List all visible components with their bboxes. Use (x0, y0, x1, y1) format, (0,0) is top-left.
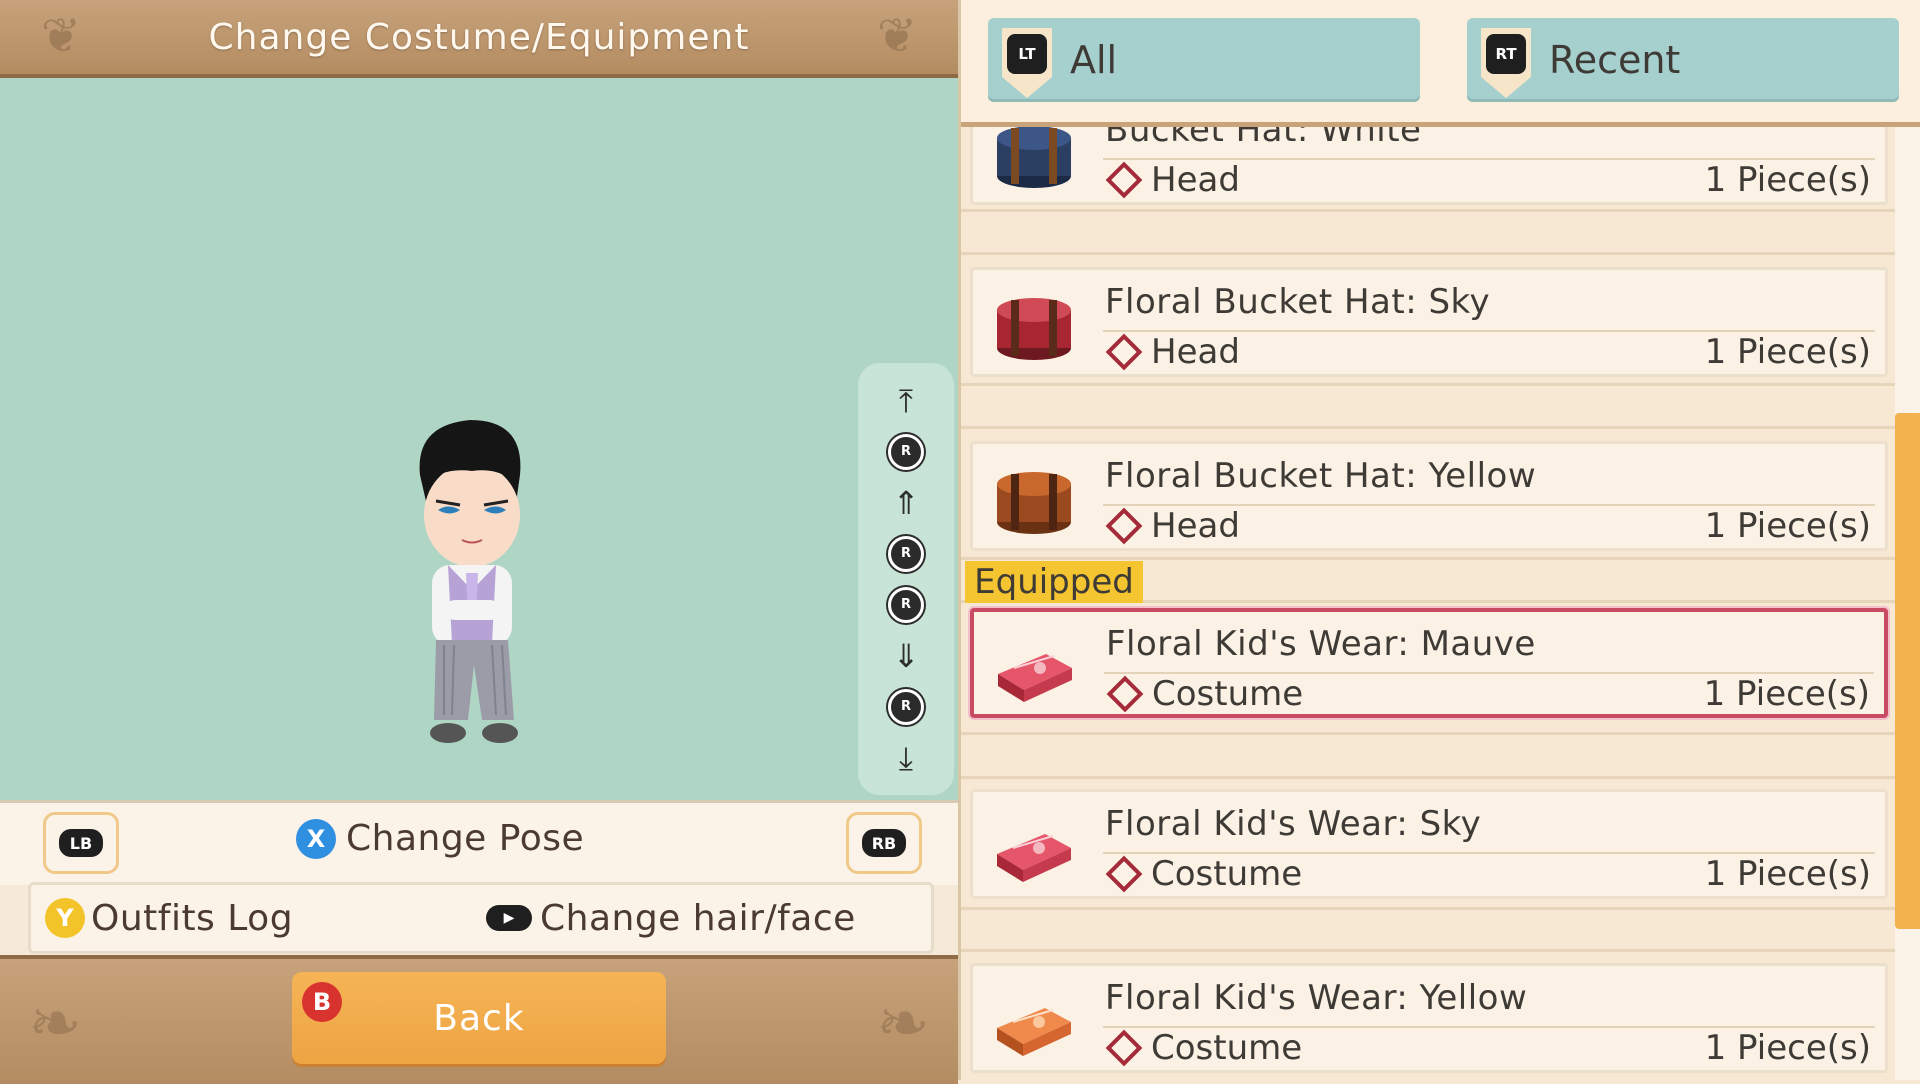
slot-diamond-icon (1105, 855, 1143, 893)
right-stick-up-icon[interactable]: R (888, 432, 924, 472)
hatbox-red-icon (997, 298, 1071, 360)
back-label: Back (433, 997, 525, 1039)
ornament-icon: ❦ (40, 8, 82, 64)
change-hair-face-button[interactable]: ▶ Change hair/face (486, 898, 856, 939)
rt-button-icon: RT (1481, 28, 1531, 98)
page-title: Change Costume/Equipment (208, 16, 750, 58)
change-pose-button[interactable]: X Change Pose (296, 818, 584, 859)
lb-button[interactable]: LB (43, 812, 119, 874)
list-item[interactable]: Floral Kid's Wear: Sky Costume 1 Piece(s… (970, 789, 1888, 899)
scroll-bottom-icon[interactable]: ⤓ (899, 738, 913, 778)
hatbox-navy-icon (997, 127, 1071, 188)
ornament-icon: ❧ (876, 987, 930, 1061)
lt-button-icon: LT (1002, 28, 1052, 98)
back-button[interactable]: B Back (292, 972, 666, 1064)
slot-diamond-icon (1105, 1029, 1143, 1067)
filter-tabs: LT All RT Recent (961, 0, 1920, 127)
list-item[interactable]: Floral Kid's Wear: Yellow Costume 1 Piec… (970, 963, 1888, 1073)
tab-recent[interactable]: RT Recent (1467, 18, 1899, 102)
preview-panel: ❦ Change Costume/Equipment ❦ ⤒ R ⇑ R R ⇓… (0, 0, 958, 1084)
suitcase-orange-icon (997, 1008, 1071, 1056)
character-avatar[interactable] (400, 415, 550, 775)
tab-label: Recent (1549, 38, 1681, 82)
scroll-top-icon[interactable]: ⤒ (899, 381, 913, 421)
change-pose-label: Change Pose (346, 818, 585, 859)
slot-diamond-icon (1105, 333, 1143, 371)
list-item-equipped[interactable]: Floral Kid's Wear: Mauve Costume 1 Piece… (970, 608, 1888, 718)
ornament-icon: ❦ (876, 8, 918, 64)
x-button-icon: X (296, 818, 336, 859)
slot-diamond-icon (1106, 675, 1144, 713)
rb-button[interactable]: RB (846, 812, 922, 874)
list-item[interactable]: Floral Bucket Hat: Yellow Head 1 Piece(s… (970, 441, 1888, 551)
slot-diamond-icon (1105, 161, 1143, 199)
y-button-icon: Y (45, 898, 85, 938)
change-hair-face-label: Change hair/face (540, 897, 856, 939)
tab-all[interactable]: LT All (988, 18, 1420, 102)
title-bar: ❦ Change Costume/Equipment ❦ (0, 0, 958, 78)
right-stick-right-icon[interactable]: R (888, 585, 924, 625)
right-stick-down-icon[interactable]: R (888, 687, 924, 727)
equipped-badge: Equipped (965, 561, 1143, 603)
ornament-icon: ❧ (28, 987, 82, 1061)
hatbox-brown-icon (997, 472, 1071, 534)
list-item[interactable]: Floral Bucket Hat: Sky Head 1 Piece(s) (970, 267, 1888, 377)
inventory-panel: LT All RT Recent Equipped Bucket Hat: Wh… (958, 0, 1920, 1080)
zoom-in-icon[interactable]: ⇑ (893, 483, 920, 523)
b-button-icon: B (302, 982, 342, 1022)
suitcase-red-icon (998, 654, 1072, 702)
outfit-actions-row: Y Outfits Log ▶ Change hair/face (28, 882, 934, 954)
tab-label: All (1070, 38, 1118, 82)
slot-diamond-icon (1105, 507, 1143, 545)
scrollbar-thumb[interactable] (1895, 413, 1920, 929)
left-stick-press-icon: ▶ (486, 905, 532, 931)
list-item[interactable]: Bucket Hat: White Head 1 Piece(s) (970, 127, 1888, 205)
outfits-log-button[interactable]: Y Outfits Log (45, 898, 293, 939)
suitcase-red-icon (997, 834, 1071, 882)
right-stick-left-icon[interactable]: R (888, 534, 924, 574)
zoom-out-icon[interactable]: ⇓ (893, 636, 920, 676)
item-list[interactable]: Equipped Bucket Hat: White Head 1 Piece(… (961, 127, 1920, 1080)
camera-scroll-rail: ⤒ R ⇑ R R ⇓ R ⤓ (858, 363, 954, 795)
outfits-log-label: Outfits Log (91, 897, 294, 939)
